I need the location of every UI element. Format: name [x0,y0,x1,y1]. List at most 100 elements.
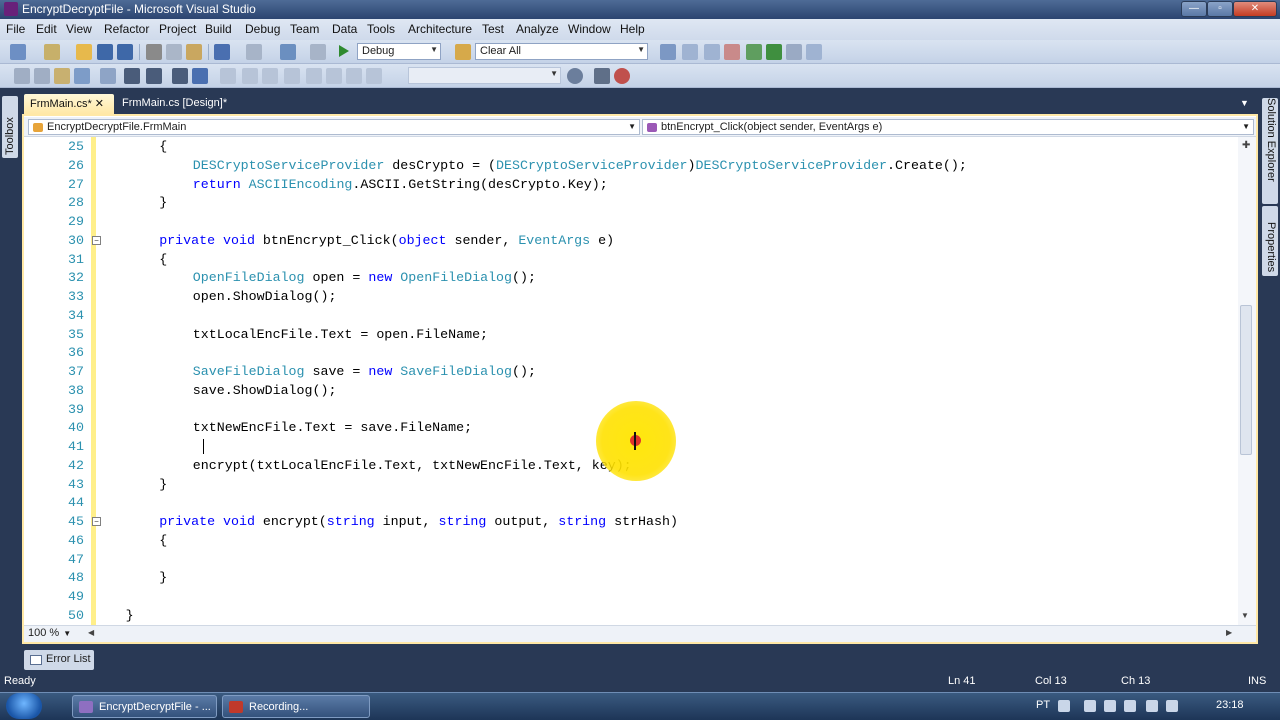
undo-icon[interactable] [214,44,230,60]
tray-app-icon[interactable] [1084,700,1096,712]
find-symbol-icon[interactable] [660,44,676,60]
menu-project[interactable]: Project [159,22,196,36]
code-line[interactable]: 29 [24,212,1238,231]
clock[interactable]: 23:18 [1216,699,1244,711]
previous-bookmark-icon[interactable] [242,68,258,84]
code-line[interactable]: 45 private void encrypt(string input, str… [24,512,1238,531]
solution-configuration-select[interactable]: Debug ▼ [357,43,441,60]
menu-test[interactable]: Test [482,22,504,36]
menu-edit[interactable]: Edit [36,22,57,36]
code-line[interactable]: 26 DESCryptoServiceProvider desCrypto = (… [24,156,1238,175]
previous-bookmark-folder-icon[interactable] [284,68,300,84]
open-file-icon[interactable] [76,44,92,60]
solution-explorer-icon[interactable] [682,44,698,60]
taskbar-item-recording[interactable]: Recording... [222,695,370,718]
code-line[interactable]: 49 [24,587,1238,606]
decrease-indent-icon[interactable] [124,68,140,84]
toolbox-icon[interactable] [746,44,762,60]
signal-bars-icon[interactable] [1124,700,1136,712]
debug-location-combo[interactable]: ▼ [408,67,561,84]
menu-architecture[interactable]: Architecture [408,22,472,36]
action-center-flag-icon[interactable] [1104,700,1116,712]
record-icon[interactable] [614,68,630,84]
collapse-region-icon[interactable]: − [92,235,101,245]
volume-icon[interactable] [1166,700,1178,712]
code-line[interactable]: 28} [24,193,1238,212]
add-item-icon[interactable] [44,44,60,60]
maximize-button[interactable]: ▫ [1207,1,1233,17]
code-line[interactable]: 30 private void btnEncrypt_Click(object s… [24,231,1238,250]
zoom-dropdown[interactable]: 100 % ▼ [28,627,71,639]
type-dropdown[interactable]: EncryptDecryptFile.FrmMain ▼ [28,119,640,135]
error-list-tab[interactable]: Error List [24,650,94,670]
find-combo[interactable]: Clear All ▼ [475,43,648,60]
info-icon[interactable] [567,68,583,84]
code-editor[interactable]: 25 {26 DESCryptoServiceProvider desCrypto … [24,137,1238,625]
start-debugging-icon[interactable] [339,45,349,57]
scroll-right-arrow-icon[interactable]: ▶ [1226,628,1232,637]
next-bookmark-doc-icon[interactable] [346,68,362,84]
member-dropdown[interactable]: btnEncrypt_Click(object sender, EventArg… [642,119,1254,135]
menu-team[interactable]: Team [290,22,319,36]
previous-bookmark-doc-icon[interactable] [326,68,342,84]
menu-tools[interactable]: Tools [367,22,395,36]
code-line[interactable]: 38 save.ShowDialog(); [24,381,1238,400]
menu-analyze[interactable]: Analyze [516,22,559,36]
paste-icon[interactable] [186,44,202,60]
scroll-down-arrow-icon[interactable]: ▼ [1241,611,1249,620]
taskbar-item-visual-studio[interactable]: EncryptDecryptFile - ... [72,695,217,718]
code-line[interactable]: 32 OpenFileDialog open = new OpenFileDial… [24,268,1238,287]
code-line[interactable]: 48} [24,568,1238,587]
menu-help[interactable]: Help [620,22,645,36]
minimize-button[interactable]: — [1181,1,1207,17]
menu-file[interactable]: File [6,22,25,36]
team-explorer-icon[interactable] [766,44,782,60]
code-line[interactable]: 35 txtLocalEncFile.Text = open.FileName; [24,325,1238,344]
close-button[interactable]: ✕ [1233,1,1277,17]
next-bookmark-icon[interactable] [262,68,278,84]
comment-out-icon[interactable] [172,68,188,84]
quick-info-icon[interactable] [54,68,70,84]
redo-icon[interactable] [246,44,262,60]
navigate-backward-icon[interactable] [280,44,296,60]
code-line[interactable]: 27 return ASCIIEncoding.ASCII.GetString(d… [24,175,1238,194]
new-project-icon[interactable] [10,44,26,60]
save-icon[interactable] [97,44,113,60]
tab-frmmain-design[interactable]: FrmMain.cs [Design]* [116,94,240,114]
complete-word-icon[interactable] [74,68,90,84]
vertical-scrollbar-thumb[interactable] [1240,305,1252,455]
start-page-icon[interactable] [806,44,822,60]
server-explorer-icon[interactable] [786,44,802,60]
save-all-icon[interactable] [117,44,133,60]
format-icon[interactable] [100,68,116,84]
menu-data[interactable]: Data [332,22,357,36]
code-line[interactable]: 46 { [24,531,1238,550]
menu-window[interactable]: Window [568,22,611,36]
code-line[interactable]: 25 { [24,137,1238,156]
collapse-region-icon[interactable]: − [92,517,101,526]
tab-frmmain-cs[interactable]: FrmMain.cs* ✕ [24,94,114,114]
code-line[interactable]: 33 open.ShowDialog(); [24,287,1238,306]
copy-icon[interactable] [166,44,182,60]
horizontal-scrollbar[interactable] [24,625,1256,642]
parameter-info-icon[interactable] [34,68,50,84]
code-line[interactable]: 50} [24,606,1238,625]
menu-view[interactable]: View [66,22,92,36]
menu-debug[interactable]: Debug [245,22,280,36]
code-line[interactable]: 34 [24,306,1238,325]
code-snippet-icon[interactable] [594,68,610,84]
code-line[interactable]: 36 [24,343,1238,362]
close-tab-icon[interactable]: ✕ [95,98,104,110]
bookmark-icon[interactable] [220,68,236,84]
uncomment-icon[interactable] [192,68,208,84]
network-icon[interactable] [1146,700,1158,712]
object-browser-icon[interactable] [724,44,740,60]
display-object-member-list-icon[interactable] [14,68,30,84]
start-button[interactable] [6,693,42,719]
code-line[interactable]: 31 { [24,250,1238,269]
properties-window-icon[interactable] [704,44,720,60]
navigate-forward-icon[interactable] [310,44,326,60]
menu-build[interactable]: Build [205,22,232,36]
active-files-dropdown-icon[interactable]: ▼ [1240,98,1249,108]
clear-bookmarks-icon[interactable] [366,68,382,84]
